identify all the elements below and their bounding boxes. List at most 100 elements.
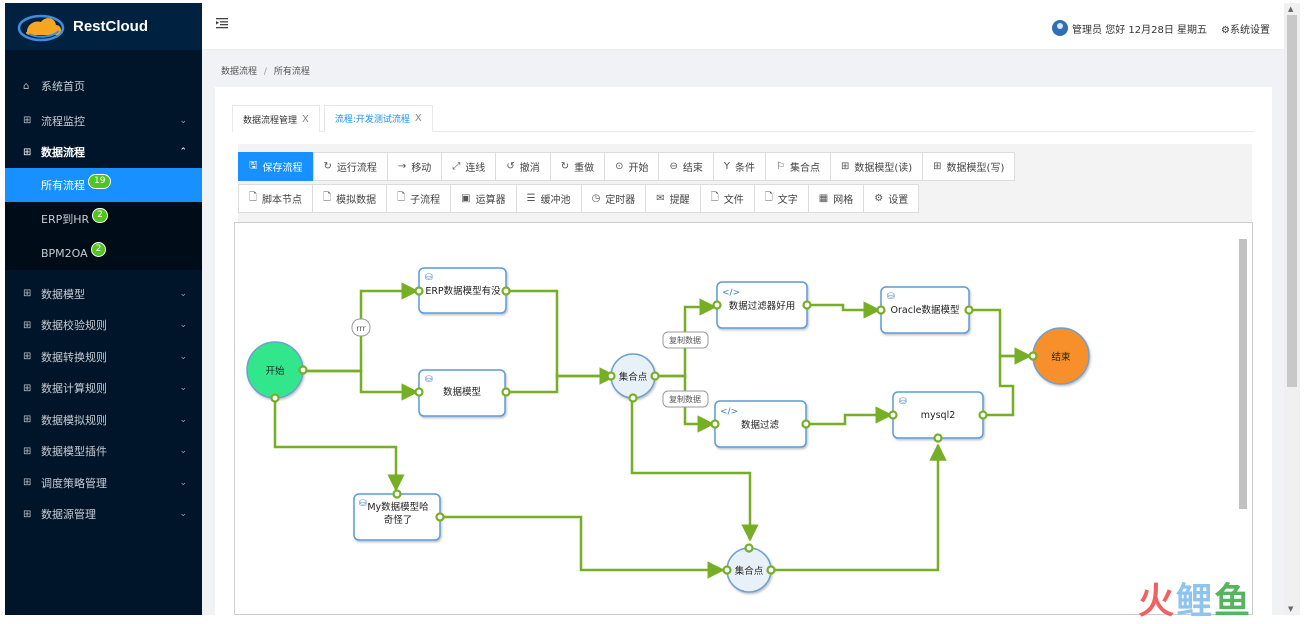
data-model-write-button[interactable]: ⊞ 数据模型(写): [922, 152, 1016, 181]
settings-button[interactable]: ⚙ 设置: [863, 184, 920, 213]
start-node[interactable]: 开始: [246, 341, 304, 399]
save-flow-button[interactable]: 🖫 保存流程: [238, 152, 314, 181]
watermark-char: 火: [1138, 581, 1177, 622]
logo[interactable]: RestCloud: [5, 3, 202, 50]
end-node-button[interactable]: ⊖ 结束: [658, 152, 714, 181]
buffer-pool-button[interactable]: ☰ 缓冲池: [515, 184, 582, 213]
sidebar-item-validation-rules[interactable]: ⊞ 数据校验规则 ⌄: [5, 310, 202, 342]
tab-dev-test-flow[interactable]: 流程:开发测试流程 X: [323, 105, 433, 132]
edge-label-copy-2[interactable]: 复制数据: [662, 390, 709, 408]
menu-fold-icon[interactable]: [216, 17, 228, 29]
tab-flow-management[interactable]: 数据流程管理 X: [232, 105, 320, 132]
timer-button[interactable]: ◷ 定时器: [580, 184, 647, 213]
file-button[interactable]: 🗋 文件: [699, 184, 755, 213]
node-oracle-model[interactable]: ⛁ Oracle数据模型: [880, 286, 970, 334]
canvas-scrollbar-thumb[interactable]: [1239, 239, 1247, 509]
edge-erp-merge1[interactable]: [509, 289, 617, 385]
page-scrollbar-thumb[interactable]: [1287, 15, 1297, 387]
edge-oracle-end[interactable]: [971, 308, 1032, 365]
edge-datamodel-merge1[interactable]: [507, 367, 617, 394]
node-filter[interactable]: </> 数据过滤: [714, 400, 807, 448]
page-scrollbar[interactable]: ▲ ▼: [1284, 3, 1300, 615]
merge-node-2[interactable]: 集合点: [726, 547, 772, 593]
button-label: 结束: [682, 163, 703, 174]
reminder-button[interactable]: ✉ 提醒: [645, 184, 701, 213]
grid-button[interactable]: ▦ 网格: [807, 184, 865, 213]
node-filter-good[interactable]: </> 数据过滤器好用: [716, 281, 808, 329]
sidebar-item-calc-rules[interactable]: ⊞ 数据计算规则 ⌄: [5, 373, 202, 405]
sidebar-subitem-bpm2oa[interactable]: BPM2OA 2: [5, 236, 202, 270]
close-icon[interactable]: X: [302, 114, 309, 125]
edge-mysql-end[interactable]: [985, 347, 1032, 417]
chevron-down-icon: ⌄: [179, 477, 187, 488]
condition-button[interactable]: Y 条件: [712, 152, 766, 181]
button-label: 文字: [777, 195, 798, 206]
edge-filter-mysql[interactable]: [808, 406, 893, 426]
node-label: 数据过滤: [741, 419, 780, 431]
watermark-char: 鱼: [1214, 581, 1253, 622]
app-window: RestCloud ⌂ 系统首页 ⊞ 流程监控 ⌄ ⊞ 数据流程 ⌃ 所有流程 …: [0, 0, 1305, 622]
connect-icon: ⤢: [452, 161, 461, 172]
edge-filtergood-oracle[interactable]: [809, 301, 881, 319]
node-data-model[interactable]: ⛁ 数据模型: [418, 369, 506, 417]
sidebar-item-home[interactable]: ⌂ 系统首页: [5, 69, 202, 103]
end-node[interactable]: 结束: [1032, 327, 1090, 385]
data-model-read-button[interactable]: ⊞ 数据模型(读): [829, 152, 924, 181]
node-label: Oracle数据模型: [891, 304, 960, 316]
button-label: 连线: [465, 163, 486, 174]
file-icon: 🗋: [764, 192, 773, 203]
mock-data-button[interactable]: 🗋 模拟数据: [312, 184, 388, 213]
start-node-button[interactable]: ⊙ 开始: [604, 152, 660, 181]
top-header: 管理员 您好 12月28日 星期五 ⚙系统设置: [202, 3, 1284, 50]
sidebar-item-model-plugins[interactable]: ⊞ 数据模型插件 ⌄: [5, 436, 202, 468]
move-button[interactable]: → 移动: [386, 152, 443, 181]
edge-merge2-mysql[interactable]: [773, 443, 947, 572]
node-erp-model[interactable]: ⛁ ERP数据模型有没: [418, 267, 507, 314]
redo-button[interactable]: ↻ 重做: [549, 152, 606, 181]
sidebar-item-datasource[interactable]: ⊞ 数据源管理 ⌄: [5, 499, 202, 531]
sidebar-item-transform-rules[interactable]: ⊞ 数据转换规则 ⌄: [5, 341, 202, 373]
undo-button[interactable]: ↺ 撤消: [495, 152, 551, 181]
chevron-down-icon: ⌄: [179, 446, 187, 457]
edge-start-datamodel[interactable]: [303, 369, 419, 401]
text-button[interactable]: 🗋 文字: [753, 184, 809, 213]
scroll-down-icon[interactable]: ▼: [1288, 605, 1293, 613]
main-content: 数据流程 / 所有流程 数据流程管理 X 流程:开发测试流程 X 🖫 保存流程 ↻…: [202, 50, 1284, 615]
connect-button[interactable]: ⤢ 连线: [441, 152, 497, 181]
breadcrumb-parent[interactable]: 数据流程: [221, 67, 257, 77]
system-settings-link[interactable]: ⚙系统设置: [1221, 21, 1270, 36]
sidebar-subitem-all-flows[interactable]: 所有流程 19: [5, 168, 202, 202]
sidebar-subitem-erp-to-hr[interactable]: ERP到HR 2: [5, 202, 202, 236]
sidebar-item-data-flow[interactable]: ⊞ 数据流程 ⌃: [5, 137, 202, 169]
button-label: 脚本节点: [262, 195, 303, 206]
chevron-down-icon: ⌄: [179, 115, 187, 126]
sidebar-item-schedule[interactable]: ⊞ 调度策略管理 ⌄: [5, 467, 202, 499]
merge-node-1[interactable]: 集合点: [610, 353, 656, 399]
node-my-model[interactable]: ⛁ My数据模型哈 奇怪了: [353, 493, 441, 541]
edge-label-copy-1[interactable]: 复制数据: [662, 331, 709, 349]
button-label: 网格: [833, 195, 854, 206]
edge-mymodel-merge2[interactable]: [442, 515, 725, 579]
button-label: 运算器: [475, 195, 506, 206]
canvas-scrollbar[interactable]: [1238, 227, 1248, 612]
scroll-up-icon[interactable]: ▲: [1288, 5, 1293, 13]
sidebar-item-flow-monitor[interactable]: ⊞ 流程监控 ⌄: [5, 105, 202, 137]
avatar[interactable]: [1052, 20, 1069, 36]
sidebar-item-data-model[interactable]: ⊞ 数据模型 ⌄: [5, 278, 202, 310]
sidebar-item-mock-rules[interactable]: ⊞ 数据模拟规则 ⌄: [5, 404, 202, 436]
calculator-button[interactable]: ▣ 运算器: [450, 184, 517, 213]
edge-start-mymodel[interactable]: [273, 398, 405, 492]
run-flow-button[interactable]: ↻ 运行流程: [312, 152, 388, 181]
flow-canvas[interactable]: rrr 复制数据 复制数据 开始 结束 ⛁ ERP数据模型有没 ⛁ 数据模型 <…: [234, 222, 1253, 615]
edge-label-rr[interactable]: rrr: [351, 318, 371, 337]
sidebar-item-label: 系统首页: [41, 80, 85, 93]
sidebar-item-label: 数据模型: [41, 287, 85, 301]
close-icon[interactable]: X: [415, 113, 422, 124]
merge-point-button[interactable]: ⚐ 集合点: [764, 152, 831, 181]
script-node-button[interactable]: 🗋 脚本节点: [238, 184, 314, 213]
subflow-button[interactable]: 🗋 子流程: [386, 184, 452, 213]
edge-label-text: 复制数据: [669, 394, 701, 404]
sidebar-item-label: 数据模拟规则: [41, 413, 107, 427]
sidebar-item-label: 数据流程: [41, 146, 85, 160]
node-mysql[interactable]: ⛁ mysql2: [892, 391, 984, 439]
